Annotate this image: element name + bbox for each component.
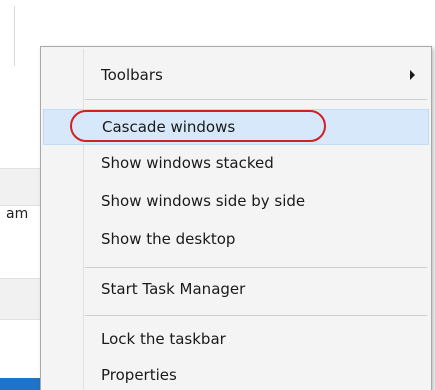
menu-item-start-task-manager[interactable]: Start Task Manager xyxy=(43,271,429,307)
menu-separator xyxy=(85,99,427,100)
menu-item-show-windows-stacked[interactable]: Show windows stacked xyxy=(43,145,429,181)
menu-item-properties[interactable]: Properties xyxy=(43,357,429,390)
taskbar-context-menu: Toolbars Cascade windows Show windows st… xyxy=(40,46,432,390)
menu-item-toolbars[interactable]: Toolbars xyxy=(43,57,429,93)
background-window-text: am xyxy=(6,206,29,222)
screenshot-stage: am Toolbars Cascade windows Show windows… xyxy=(0,0,435,390)
menu-item-lock-the-taskbar[interactable]: Lock the taskbar xyxy=(43,321,429,357)
background-window: am xyxy=(0,0,44,390)
menu-item-label: Start Task Manager xyxy=(101,280,246,298)
background-band xyxy=(0,168,44,206)
menu-item-show-windows-side-by-side[interactable]: Show windows side by side xyxy=(43,183,429,219)
menu-item-label: Show the desktop xyxy=(101,230,236,248)
menu-separator xyxy=(85,267,427,268)
menu-item-label: Lock the taskbar xyxy=(101,330,226,348)
menu-item-cascade-windows[interactable]: Cascade windows xyxy=(43,109,429,145)
taskbar-strip xyxy=(0,378,44,390)
menu-item-label: Properties xyxy=(101,366,177,384)
menu-separator xyxy=(85,315,427,316)
background-divider xyxy=(14,6,15,66)
menu-item-label: Show windows side by side xyxy=(101,192,306,210)
menu-item-show-the-desktop[interactable]: Show the desktop xyxy=(43,221,429,257)
menu-item-label: Show windows stacked xyxy=(101,154,274,172)
menu-item-label: Toolbars xyxy=(101,66,163,84)
chevron-right-icon xyxy=(410,70,415,80)
menu-item-label: Cascade windows xyxy=(102,118,236,136)
background-band xyxy=(0,278,44,320)
